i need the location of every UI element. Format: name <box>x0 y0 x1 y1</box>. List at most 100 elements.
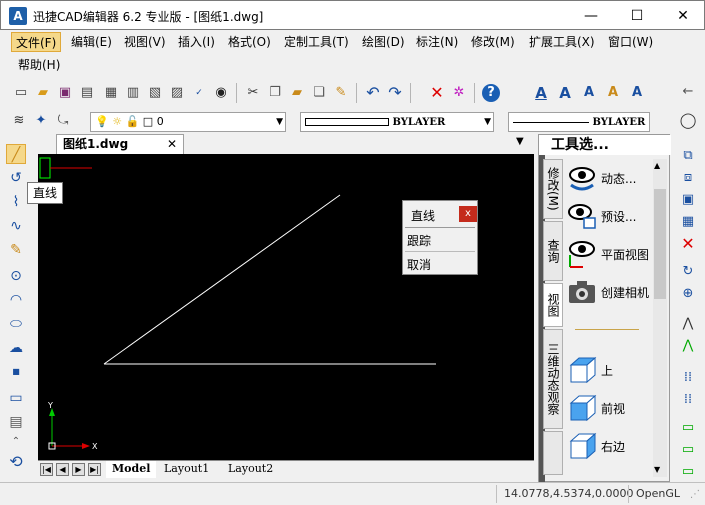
layer-previous-icon[interactable]: ⤿ <box>54 112 72 130</box>
palette-item-create-camera[interactable]: 创建相机 <box>567 275 663 309</box>
new-icon[interactable]: ▭ <box>12 84 30 102</box>
scroll-up-icon[interactable]: ▲ <box>654 161 660 170</box>
menu-extensions[interactable]: 扩展工具(X) <box>525 32 599 52</box>
mirror-object-icon[interactable]: ⧈ <box>678 168 698 188</box>
copy-object-icon[interactable]: ⧉ <box>678 146 698 166</box>
undo-icon[interactable]: ↶ <box>364 84 382 102</box>
layer-select[interactable]: 💡 ☼ 🔓 □ 0 ▼ <box>90 112 286 132</box>
plot-icon[interactable]: ▧ <box>146 84 164 102</box>
menu-dimension[interactable]: 标注(N) <box>412 32 462 52</box>
scale-icon[interactable]: ⁞⁞ <box>678 368 698 388</box>
menu-help[interactable]: 帮助(H) <box>14 55 64 75</box>
print-preview-icon[interactable]: ▦ <box>102 84 120 102</box>
tab-model[interactable]: Model <box>106 461 157 478</box>
open-icon[interactable]: ▰ <box>34 84 52 102</box>
menu-file[interactable]: 文件(F) <box>11 32 62 52</box>
palette-item-top[interactable]: 上 <box>567 353 663 387</box>
menu-view[interactable]: 视图(V) <box>120 32 170 52</box>
menu-format[interactable]: 格式(O) <box>224 32 275 52</box>
tab-layout2[interactable]: Layout2 <box>222 461 279 478</box>
rotate-icon[interactable]: ↻ <box>678 262 698 282</box>
spline-icon[interactable]: ∿ <box>6 216 26 236</box>
menu-window[interactable]: 窗口(W) <box>604 32 657 52</box>
orbit-icon[interactable]: ◯ <box>678 110 698 130</box>
layer-state-icon[interactable]: ✦ <box>32 112 50 130</box>
scroll-thumb[interactable] <box>654 189 666 299</box>
chamfer-icon[interactable]: ▭ <box>678 462 698 482</box>
multiline-text-icon[interactable]: A <box>556 84 574 102</box>
binoculars-icon[interactable]: ◉ <box>212 84 230 102</box>
mirror-icon[interactable]: ⋀ <box>678 314 698 334</box>
refresh-icon[interactable]: ⟲ <box>6 452 26 472</box>
stretch-icon[interactable]: ⋀ <box>678 336 698 356</box>
menu-modify[interactable]: 修改(M) <box>467 32 519 52</box>
line-tool-icon[interactable]: ╱ <box>6 144 26 164</box>
menu-insert[interactable]: 插入(I) <box>174 32 219 52</box>
tab-layout1[interactable]: Layout1 <box>158 461 215 478</box>
redo-icon[interactable]: ↷ <box>386 84 404 102</box>
popup-item-track[interactable]: 跟踪 <box>405 232 477 250</box>
first-tab-icon[interactable]: |◀ <box>40 463 53 476</box>
more-tools-icon[interactable]: ⌃ <box>6 432 26 452</box>
hatch-icon[interactable]: ▤ <box>6 412 26 432</box>
tab-dropdown-icon[interactable]: ▼ <box>516 136 524 147</box>
palette-item-plan-view[interactable]: 平面视图 <box>567 237 663 271</box>
close-button[interactable]: ✕ <box>660 1 705 31</box>
construction-line-icon[interactable]: ↺ <box>6 168 26 188</box>
match-properties-icon[interactable]: ✎ <box>332 84 350 102</box>
spell-check-icon[interactable]: ✓ <box>190 84 208 102</box>
menu-edit[interactable]: 编辑(E) <box>67 32 116 52</box>
circle-icon[interactable]: ⊙ <box>6 266 26 286</box>
ellipse-icon[interactable]: ⬭ <box>6 314 26 334</box>
revision-cloud-icon[interactable]: ☁ <box>6 338 26 358</box>
text-highlight-icon[interactable]: A <box>604 84 622 102</box>
tab-view[interactable]: 视图 <box>543 283 563 327</box>
text-style-icon[interactable]: A <box>532 84 550 102</box>
minimize-button[interactable]: — <box>568 1 614 31</box>
tab-3d-orbit[interactable]: 三维动态观察 <box>543 329 563 429</box>
find-icon[interactable]: ▨ <box>168 84 186 102</box>
point-icon[interactable]: ■ <box>6 362 26 382</box>
layer-manager-icon[interactable]: ≋ <box>10 112 28 130</box>
break-icon[interactable]: ▭ <box>678 440 698 460</box>
paste-icon[interactable]: ▰ <box>288 84 306 102</box>
prev-tab-icon[interactable]: ◀ <box>56 463 69 476</box>
array-icon[interactable]: ▦ <box>678 212 698 232</box>
help-icon[interactable]: ? <box>482 84 500 102</box>
tab-modify[interactable]: 修改(M) <box>543 159 563 219</box>
arc-icon[interactable]: ◠ <box>6 290 26 310</box>
popup-close-button[interactable]: x <box>459 206 477 222</box>
sketch-icon[interactable]: ✎ <box>6 240 26 260</box>
menu-custom-tools[interactable]: 定制工具(T) <box>280 32 353 52</box>
rectangle-icon[interactable]: ▭ <box>6 388 26 408</box>
print-icon[interactable]: ▥ <box>124 84 142 102</box>
copy-clip-icon[interactable]: ❏ <box>310 84 328 102</box>
extend-icon[interactable]: ▭ <box>678 418 698 438</box>
scale-text-icon[interactable]: A <box>628 84 646 102</box>
edit-text-icon[interactable]: A <box>580 84 598 102</box>
maximize-button[interactable]: ☐ <box>614 1 660 31</box>
close-tab-icon[interactable]: ✕ <box>167 135 177 153</box>
copy-icon[interactable]: ❐ <box>266 84 284 102</box>
tab-more[interactable] <box>543 431 563 475</box>
color-select[interactable]: BYLAYER ▼ <box>300 112 494 132</box>
palette-item-front[interactable]: 前视 <box>567 391 663 425</box>
save-as-icon[interactable]: ▤ <box>78 84 96 102</box>
scroll-down-icon[interactable]: ▼ <box>654 465 660 474</box>
palette-item-dynamic[interactable]: 动态... <box>567 161 663 195</box>
resize-grip-icon[interactable]: ⋰ <box>690 489 700 500</box>
palette-item-right[interactable]: 右边 <box>567 429 663 463</box>
last-tab-icon[interactable]: ▶| <box>88 463 101 476</box>
palette-item-preset[interactable]: 预设... <box>567 199 663 233</box>
polyline-icon[interactable]: ⌇ <box>6 192 26 212</box>
linetype-select[interactable]: BYLAYER <box>508 112 650 132</box>
tab-drawing1[interactable]: 图纸1.dwg ✕ <box>56 134 184 154</box>
palette-scrollbar[interactable]: ▲ ▼ <box>653 159 667 477</box>
cut-icon[interactable]: ✂ <box>244 84 262 102</box>
arrow-left-icon[interactable]: ← <box>678 82 698 102</box>
purge-icon[interactable]: ✲ <box>450 84 468 102</box>
delete-icon[interactable]: ✕ <box>678 234 698 254</box>
offset-icon[interactable]: ▣ <box>678 190 698 210</box>
save-icon[interactable]: ▣ <box>56 84 74 102</box>
erase-icon[interactable]: ✕ <box>428 84 446 102</box>
